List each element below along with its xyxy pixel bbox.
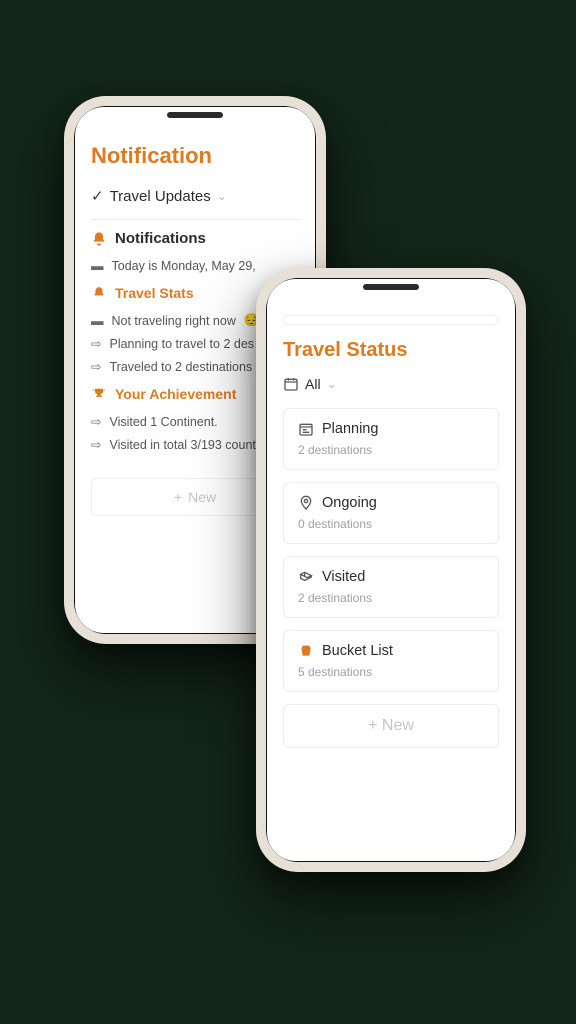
card-sub: 5 destinations (298, 665, 484, 679)
filter-label: All (305, 376, 321, 392)
ticket-icon (298, 569, 314, 585)
card-sub: 2 destinations (298, 443, 484, 457)
status-card-bucket-list[interactable]: Bucket List 5 destinations (283, 630, 499, 692)
filter-all[interactable]: All ⌄ (283, 376, 499, 392)
card-header: Visited (298, 569, 484, 585)
plus-icon: + (174, 489, 182, 505)
bell-small-icon (91, 285, 107, 301)
arrow-icon: ⇨ (91, 414, 101, 429)
heading-text: Travel Stats (115, 285, 194, 301)
page-title: Travel Status (283, 339, 499, 362)
travel-updates-toggle[interactable]: ✓ Travel Updates ⌄ (91, 187, 299, 205)
card-label: Ongoing (322, 495, 377, 511)
dash-icon: ▬ (91, 259, 104, 273)
pin-icon (298, 495, 314, 511)
phone-travel-status: Travel Status All ⌄ Planning 2 destinati… (256, 268, 526, 872)
card-label: Bucket List (322, 643, 393, 659)
notification-row: ▬ Today is Monday, May 29, (91, 255, 299, 277)
check-icon: ✓ (91, 187, 104, 205)
page-title: Notification (91, 143, 299, 169)
toggle-label: Travel Updates (110, 188, 211, 205)
chevron-down-icon: ⌄ (217, 189, 227, 203)
phone-screen: Travel Status All ⌄ Planning 2 destinati… (266, 278, 516, 862)
chevron-down-icon: ⌄ (327, 377, 337, 391)
row-text: Visited in total 3/193 count (109, 438, 255, 452)
new-label: New (188, 489, 216, 505)
row-text: Planning to travel to 2 des (109, 337, 254, 351)
row-text: Today is Monday, May 29, (112, 259, 256, 273)
row-text: Not traveling right now (112, 314, 236, 328)
row-text: Visited 1 Continent. (109, 415, 217, 429)
card-sub: 2 destinations (298, 591, 484, 605)
new-label: New (382, 717, 414, 734)
bell-icon (91, 231, 107, 247)
arrow-icon: ⇨ (91, 359, 101, 374)
arrow-icon: ⇨ (91, 437, 101, 452)
dash-icon: ▬ (91, 314, 104, 328)
card-header: Bucket List (298, 643, 484, 659)
calendar-lines-icon (298, 421, 314, 437)
calendar-icon (283, 376, 299, 392)
plus-icon: + (368, 717, 382, 734)
new-button[interactable]: + New (283, 704, 499, 748)
bucket-icon (298, 643, 314, 659)
row-text: Traveled to 2 destinations (109, 360, 252, 374)
status-card-planning[interactable]: Planning 2 destinations (283, 408, 499, 470)
card-edge (283, 315, 499, 325)
heading-text: Your Achievement (115, 386, 236, 402)
card-header: Planning (298, 421, 484, 437)
status-card-visited[interactable]: Visited 2 destinations (283, 556, 499, 618)
trophy-icon (91, 386, 107, 402)
card-label: Visited (322, 569, 365, 585)
card-label: Planning (322, 421, 378, 437)
status-card-ongoing[interactable]: Ongoing 0 destinations (283, 482, 499, 544)
card-sub: 0 destinations (298, 517, 484, 531)
divider (91, 219, 299, 220)
notifications-heading: Notifications (91, 230, 299, 247)
card-header: Ongoing (298, 495, 484, 511)
arrow-icon: ⇨ (91, 336, 101, 351)
heading-text: Notifications (115, 230, 206, 247)
